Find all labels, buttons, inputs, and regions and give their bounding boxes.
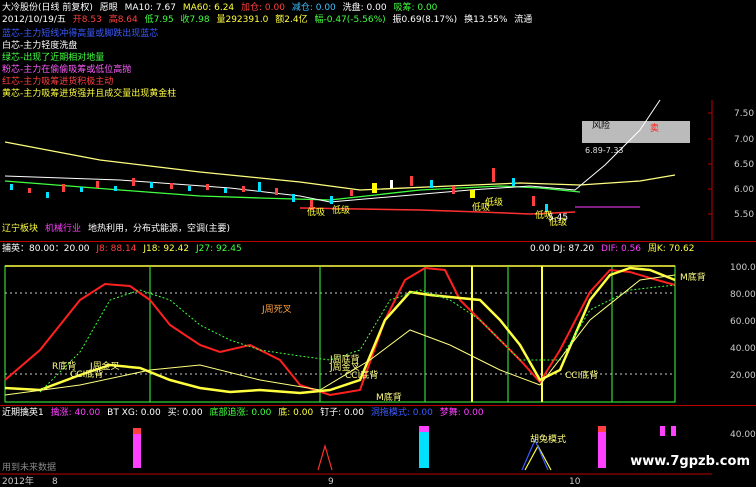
signal-bars [133, 426, 676, 471]
pattern-label: 胡兔模式 [530, 433, 566, 445]
x-label: 9 [328, 477, 334, 487]
x-label: 2012年 [2, 475, 34, 487]
x-label: 10 [569, 477, 581, 487]
ind2-y-tick: 40.00 [730, 430, 756, 440]
watermark: www.7gpzb.com [630, 454, 750, 469]
indicator2-canvas[interactable]: 胡兔模式 40.00 用到未来数据 2012年 8 9 10 [0, 0, 756, 487]
future-data-label: 用到未来数据 [2, 461, 56, 473]
x-label: 8 [52, 477, 58, 487]
